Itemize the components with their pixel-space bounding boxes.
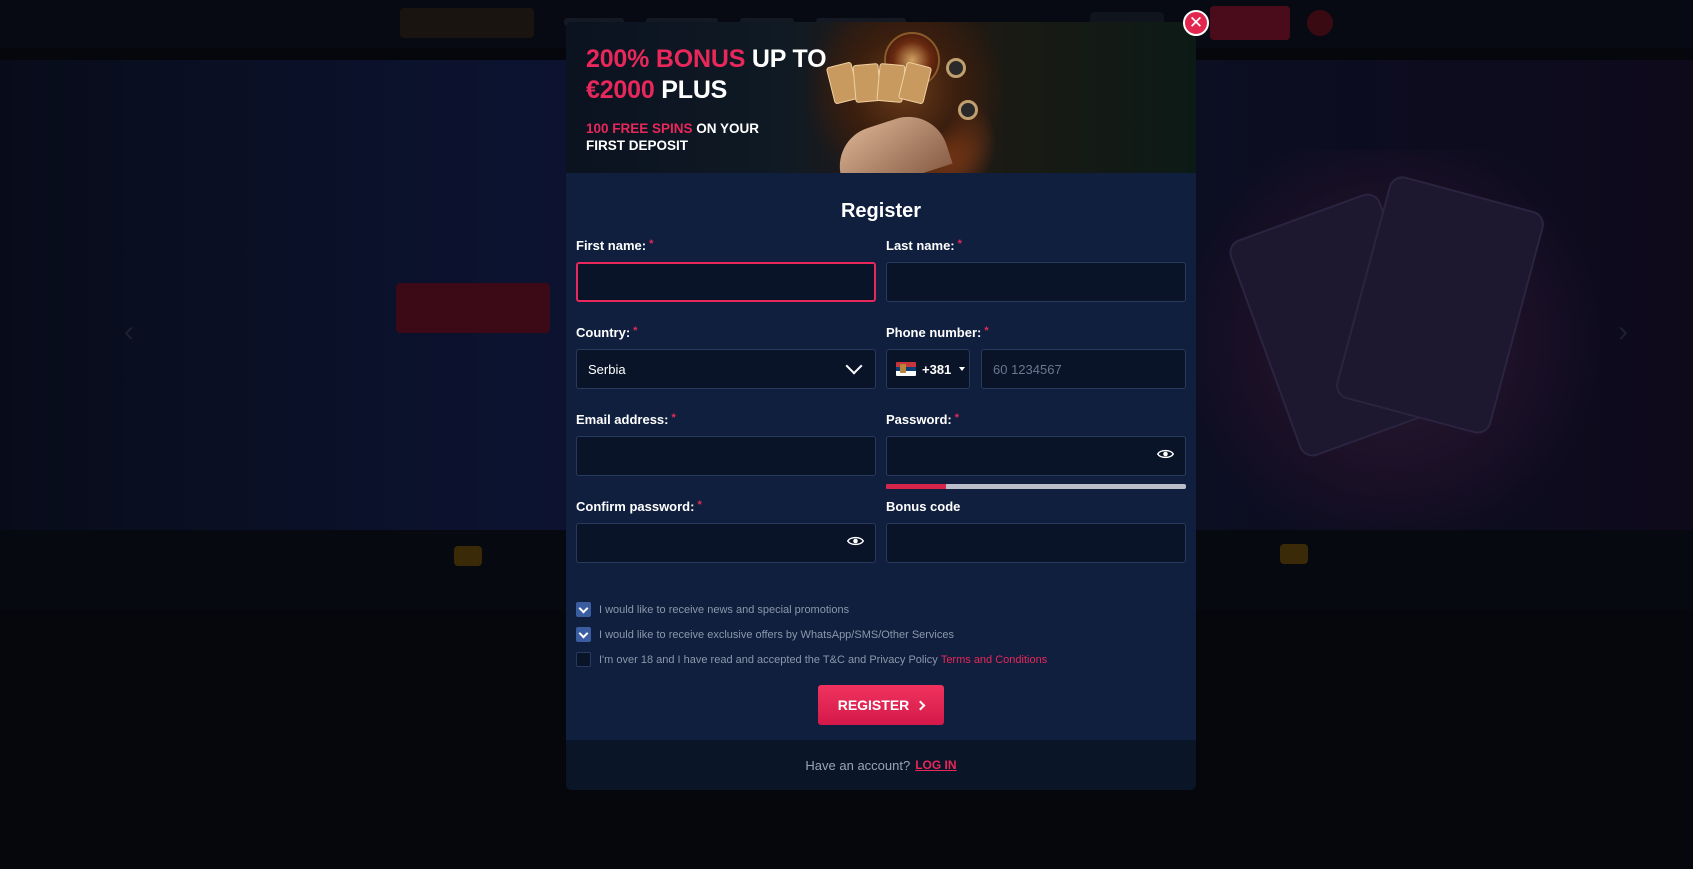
last-name-group: Last name: * bbox=[886, 238, 1186, 302]
casino-chip-image bbox=[946, 58, 966, 78]
register-modal: 200% BONUS UP TO €2000 PLUS 100 FREE SPI… bbox=[566, 22, 1196, 790]
required-marker: * bbox=[671, 412, 676, 424]
background-prev-arrow-icon: ‹ bbox=[124, 315, 134, 348]
offers-checkbox[interactable] bbox=[576, 627, 591, 642]
promo-freespins-text: 100 FREE SPINS bbox=[586, 121, 693, 136]
check-icon bbox=[578, 628, 589, 638]
first-name-label: First name: * bbox=[576, 238, 654, 253]
close-icon[interactable]: ✕ bbox=[1183, 10, 1209, 36]
phone-group: Phone number: * +381 bbox=[886, 325, 1186, 389]
casino-chip-image bbox=[958, 100, 978, 120]
confirm-password-group: Confirm password: * bbox=[576, 499, 876, 563]
confirm-password-label: Confirm password: * bbox=[576, 499, 702, 514]
background-crown-icon bbox=[1280, 544, 1308, 564]
eye-icon[interactable] bbox=[847, 535, 864, 547]
password-input[interactable] bbox=[886, 436, 1186, 476]
news-checkbox[interactable] bbox=[576, 602, 591, 617]
email-input[interactable] bbox=[576, 436, 876, 476]
login-footer: Have an account? LOG IN bbox=[566, 740, 1196, 790]
background-signup-button bbox=[1210, 6, 1290, 40]
promo-upto-text: UP TO bbox=[745, 45, 827, 73]
form-title: Register bbox=[840, 200, 922, 222]
terms-checkbox[interactable] bbox=[576, 652, 591, 667]
promo-plus-text: PLUS bbox=[654, 76, 728, 104]
promo-bonus-text: 200% BONUS bbox=[586, 45, 746, 73]
password-label: Password: * bbox=[886, 412, 960, 427]
chevron-down-icon bbox=[845, 357, 863, 375]
required-marker: * bbox=[697, 499, 702, 511]
news-consent-row: I would like to receive news and special… bbox=[576, 597, 1047, 622]
background-next-arrow-icon: › bbox=[1618, 315, 1628, 348]
eye-icon[interactable] bbox=[1157, 448, 1174, 460]
offers-consent-row: I would like to receive exclusive offers… bbox=[576, 622, 1047, 647]
register-button[interactable]: REGISTER bbox=[818, 685, 944, 725]
country-label: Country: * bbox=[576, 325, 638, 340]
have-account-text: Have an account? bbox=[805, 757, 911, 773]
consent-checkboxes: I would like to receive news and special… bbox=[576, 597, 1047, 672]
caret-down-icon bbox=[959, 367, 966, 371]
promo-onyour-text: ON YOUR bbox=[692, 121, 760, 136]
first-name-group: First name: * bbox=[576, 238, 876, 302]
required-marker: * bbox=[957, 238, 962, 250]
promo-banner: 200% BONUS UP TO €2000 PLUS 100 FREE SPI… bbox=[566, 22, 1196, 173]
check-icon bbox=[578, 603, 589, 613]
register-button-label: REGISTER bbox=[837, 697, 910, 713]
bonus-code-input[interactable] bbox=[886, 523, 1186, 563]
phone-number-input[interactable] bbox=[981, 349, 1186, 389]
password-strength-bar bbox=[886, 484, 1186, 489]
confirm-password-input[interactable] bbox=[576, 523, 876, 563]
required-marker: * bbox=[649, 238, 654, 250]
background-cards-art bbox=[1180, 150, 1600, 570]
promo-title: 200% BONUS UP TO €2000 PLUS bbox=[586, 44, 827, 106]
bonus-code-label: Bonus code bbox=[886, 499, 961, 514]
phone-country-code-select[interactable]: +381 bbox=[886, 349, 970, 389]
terms-link[interactable]: Terms and Conditions bbox=[941, 654, 1047, 666]
serbia-flag-icon bbox=[896, 362, 916, 376]
background-crown-icon bbox=[454, 546, 482, 566]
country-group: Country: * Serbia bbox=[576, 325, 876, 389]
news-checkbox-label: I would like to receive news and special… bbox=[599, 603, 850, 616]
promo-subtitle: 100 FREE SPINS ON YOUR FIRST DEPOSIT bbox=[586, 120, 759, 154]
last-name-label: Last name: * bbox=[886, 238, 962, 253]
country-select[interactable]: Serbia bbox=[576, 349, 876, 389]
password-group: Password: * bbox=[886, 412, 1186, 489]
promo-first-deposit-text: FIRST DEPOSIT bbox=[586, 138, 689, 153]
bonus-code-group: Bonus code bbox=[886, 499, 1186, 563]
promo-amount-text: €2000 bbox=[586, 76, 655, 104]
login-link[interactable]: LOG IN bbox=[915, 758, 956, 772]
email-group: Email address: * bbox=[576, 412, 876, 476]
background-logo bbox=[400, 8, 534, 38]
background-cta-button bbox=[396, 283, 550, 333]
terms-checkbox-label: I'm over 18 and I have read and accepted… bbox=[599, 653, 938, 666]
country-select-value: Serbia bbox=[588, 361, 626, 377]
terms-consent-row: I'm over 18 and I have read and accepted… bbox=[576, 647, 1047, 672]
email-label: Email address: * bbox=[576, 412, 676, 427]
required-marker: * bbox=[954, 412, 960, 424]
phone-label: Phone number: * bbox=[886, 325, 989, 340]
last-name-input[interactable] bbox=[886, 262, 1186, 302]
phone-code-value: +381 bbox=[922, 361, 952, 377]
background-flag-icon bbox=[1307, 10, 1333, 36]
required-marker: * bbox=[633, 325, 638, 337]
required-marker: * bbox=[984, 325, 989, 337]
password-strength-fill bbox=[886, 484, 946, 489]
offers-checkbox-label: I would like to receive exclusive offers… bbox=[599, 628, 954, 641]
chevron-right-icon bbox=[915, 700, 926, 710]
first-name-input[interactable] bbox=[576, 262, 876, 302]
